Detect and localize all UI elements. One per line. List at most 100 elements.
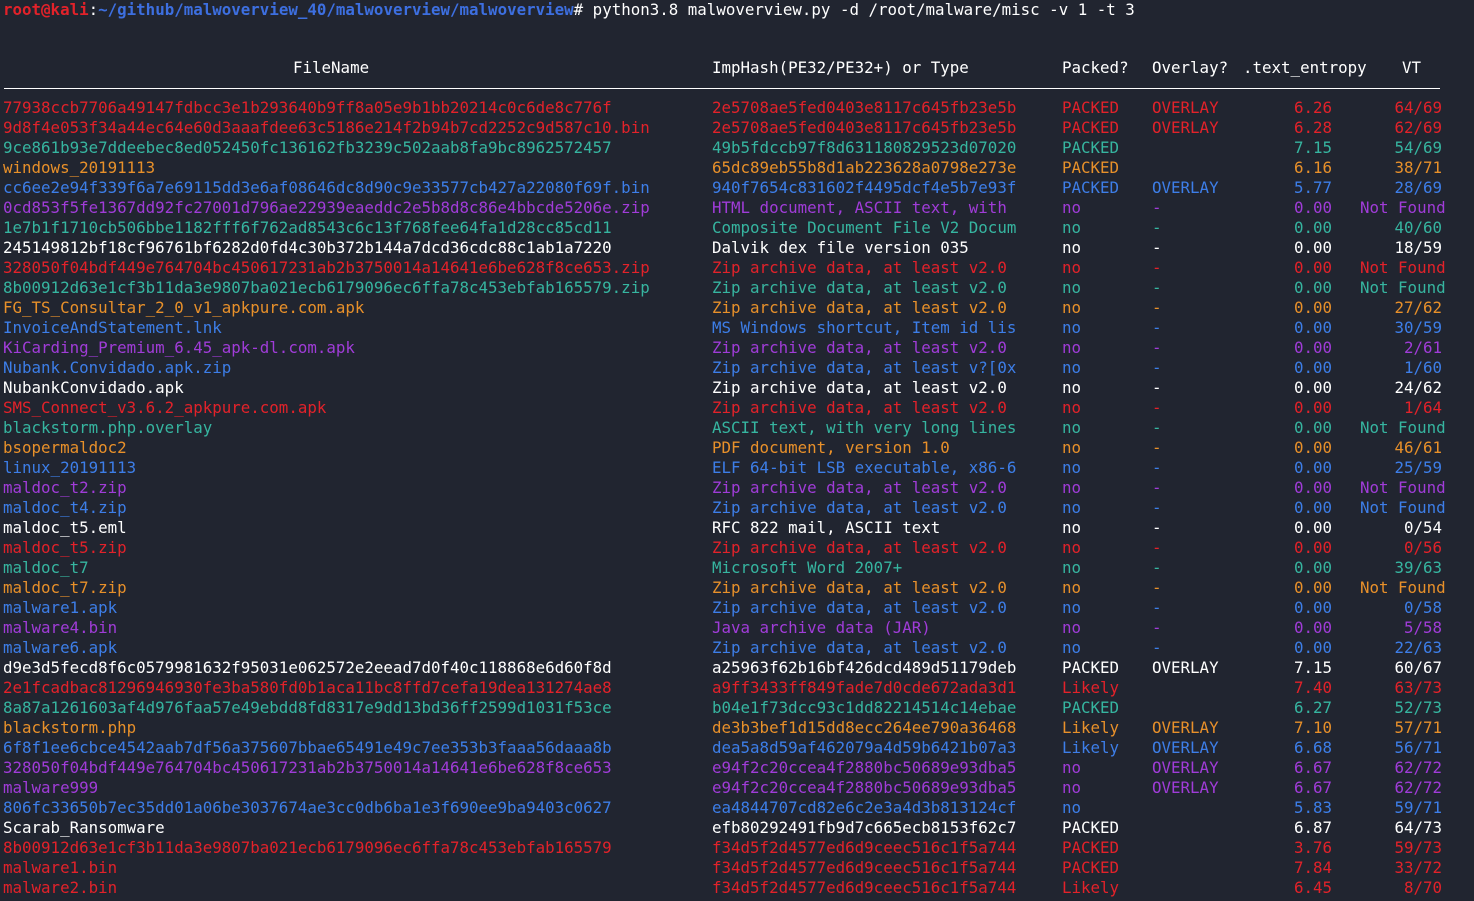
filename-cell: SMS_Connect_v3.6.2_apkpure.com.apk: [3, 398, 327, 417]
imphash-cell: a25963f62b16bf426dcd489d51179deb: [712, 658, 1017, 677]
filename-cell: malware4.bin: [3, 618, 118, 637]
table-row: 8a87a1261603af4d976faa57e49ebdd8fd8317e9…: [0, 698, 1474, 718]
packed-cell: no: [1062, 518, 1082, 537]
packed-cell: Likely: [1062, 678, 1120, 697]
overlay-cell: -: [1152, 578, 1162, 597]
imphash-cell: Zip archive data, at least v2.0: [712, 338, 1007, 357]
vt-cell: Not Found: [1360, 578, 1446, 597]
imphash-cell: Zip archive data, at least v2.0: [712, 258, 1007, 277]
packed-cell: no: [1062, 478, 1082, 497]
entropy-cell: 0.00: [1293, 478, 1332, 497]
table-row: malware4.bin Java archive data (JAR) no - 0.…: [0, 618, 1474, 638]
packed-cell: no: [1062, 238, 1082, 257]
imphash-cell: Zip archive data, at least v2.0: [712, 638, 1007, 657]
overlay-cell: -: [1152, 278, 1162, 297]
overlay-cell: -: [1152, 338, 1162, 357]
vt-cell: 0/56: [1403, 538, 1442, 557]
table-row: malware1.apk Zip archive data, at least v…: [0, 598, 1474, 618]
filename-cell: blackstorm.php.overlay: [3, 418, 213, 437]
table-row: cc6ee2e94f339f6a7e69115dd3e6af08646dc8d9…: [0, 178, 1474, 198]
filename-cell: 2e1fcadbac81296946930fe3ba580fd0b1aca11b…: [3, 678, 612, 697]
overlay-cell: -: [1152, 598, 1162, 617]
imphash-cell: Zip archive data, at least v2.0: [712, 378, 1007, 397]
filename-cell: blackstorm.php: [3, 718, 137, 737]
filename-cell: Scarab_Ransomware: [3, 818, 165, 837]
table-row: InvoiceAndStatement.lnk MS Windows shortc…: [0, 318, 1474, 338]
packed-cell: no: [1062, 578, 1082, 597]
entropy-cell: 0.00: [1293, 438, 1332, 457]
entropy-cell: 6.68: [1293, 738, 1332, 757]
filename-cell: 77938ccb7706a49147fdbcc3e1b293640b9ff8a0…: [3, 98, 612, 117]
table-row: 1e7b1f1710cb506bbe1182fff6f762ad8543c6c1…: [0, 218, 1474, 238]
vt-cell: 5/58: [1403, 618, 1442, 637]
overlay-cell: -: [1152, 618, 1162, 637]
packed-cell: PACKED: [1062, 698, 1120, 717]
table-row: 6f8f1ee6cbce4542aab7df56a375607bbae65491…: [0, 738, 1474, 758]
overlay-cell: OVERLAY: [1152, 718, 1219, 737]
vt-cell: 8/70: [1403, 878, 1442, 897]
vt-cell: Not Found: [1360, 418, 1446, 437]
entropy-cell: 0.00: [1293, 218, 1332, 237]
table-row: malware2.bin f34d5f2d4577ed6d9ceec516c1f5…: [0, 878, 1474, 898]
table-row: maldoc_t7.zip Zip archive data, at least …: [0, 578, 1474, 598]
filename-cell: NubankConvidado.apk: [3, 378, 184, 397]
entropy-cell: 0.00: [1293, 458, 1332, 477]
vt-cell: 33/72: [1394, 858, 1442, 877]
table-row: linux_20191113 ELF 64-bit LSB executable,…: [0, 458, 1474, 478]
vt-cell: Not Found: [1360, 258, 1446, 277]
packed-cell: PACKED: [1062, 138, 1120, 157]
entropy-cell: 0.00: [1293, 318, 1332, 337]
overlay-cell: OVERLAY: [1152, 758, 1219, 777]
entropy-cell: 6.87: [1293, 818, 1332, 837]
vt-cell: Not Found: [1360, 198, 1446, 217]
imphash-cell: MS Windows shortcut, Item id lis: [712, 318, 1017, 337]
vt-cell: 1/60: [1403, 358, 1442, 377]
table-row: malware999 e94f2c20ccea4f2880bc50689e93db…: [0, 778, 1474, 798]
table-row: SMS_Connect_v3.6.2_apkpure.com.apk Zip ar…: [0, 398, 1474, 418]
overlay-cell: -: [1152, 198, 1162, 217]
table-row: bsopermaldoc2 PDF document, version 1.0 no…: [0, 438, 1474, 458]
table-row: Nubank.Convidado.apk.zip Zip archive data…: [0, 358, 1474, 378]
table-row: d9e3d5fecd8f6c0579981632f95031e062572e2e…: [0, 658, 1474, 678]
filename-cell: 8b00912d63e1cf3b11da3e9807ba021ecb617909…: [3, 278, 650, 297]
entropy-cell: 6.27: [1293, 698, 1332, 717]
entropy-cell: 5.77: [1293, 178, 1332, 197]
table-row: 77938ccb7706a49147fdbcc3e1b293640b9ff8a0…: [0, 98, 1474, 118]
entropy-cell: 6.67: [1293, 778, 1332, 797]
packed-cell: PACKED: [1062, 858, 1120, 877]
filename-cell: maldoc_t7.zip: [3, 578, 127, 597]
header-entropy: .text_entropy: [1243, 58, 1367, 77]
overlay-cell: -: [1152, 538, 1162, 557]
vt-cell: 54/69: [1394, 138, 1442, 157]
imphash-cell: PDF document, version 1.0: [712, 438, 950, 457]
overlay-cell: -: [1152, 518, 1162, 537]
table-row: 2e1fcadbac81296946930fe3ba580fd0b1aca11b…: [0, 678, 1474, 698]
terminal-window[interactable]: root@kali:~/github/malwoverview_40/malwo…: [0, 0, 1474, 901]
imphash-cell: 940f7654c831602f4495dcf4e5b7e93f: [712, 178, 1017, 197]
prompt-path: ~/github/malwoverview_40/malwoverview/ma…: [98, 0, 574, 19]
imphash-cell: de3b3bef1d15dd8ecc264ee790a36468: [712, 718, 1017, 737]
imphash-cell: Dalvik dex file version 035: [712, 238, 969, 257]
imphash-cell: b04e1f73dcc93c1dd82214514c14ebae: [712, 698, 1017, 717]
vt-cell: 46/61: [1394, 438, 1442, 457]
packed-cell: no: [1062, 298, 1082, 317]
entropy-cell: 0.00: [1293, 598, 1332, 617]
imphash-cell: Zip archive data, at least v2.0: [712, 498, 1007, 517]
entropy-cell: 6.28: [1293, 118, 1332, 137]
imphash-cell: Zip archive data, at least v2.0: [712, 578, 1007, 597]
imphash-cell: ASCII text, with very long lines: [712, 418, 1017, 437]
overlay-cell: -: [1152, 478, 1162, 497]
table-row: maldoc_t4.zip Zip archive data, at least …: [0, 498, 1474, 518]
overlay-cell: -: [1152, 298, 1162, 317]
overlay-cell: -: [1152, 378, 1162, 397]
filename-cell: 9ce861b93e7ddeebec8ed052450fc136162fb323…: [3, 138, 612, 157]
overlay-cell: OVERLAY: [1152, 178, 1219, 197]
vt-cell: 0/58: [1403, 598, 1442, 617]
entropy-cell: 3.76: [1293, 838, 1332, 857]
packed-cell: PACKED: [1062, 658, 1120, 677]
overlay-cell: -: [1152, 218, 1162, 237]
entropy-cell: 0.00: [1293, 278, 1332, 297]
entropy-cell: 0.00: [1293, 618, 1332, 637]
vt-cell: 18/59: [1394, 238, 1442, 257]
packed-cell: no: [1062, 358, 1082, 377]
